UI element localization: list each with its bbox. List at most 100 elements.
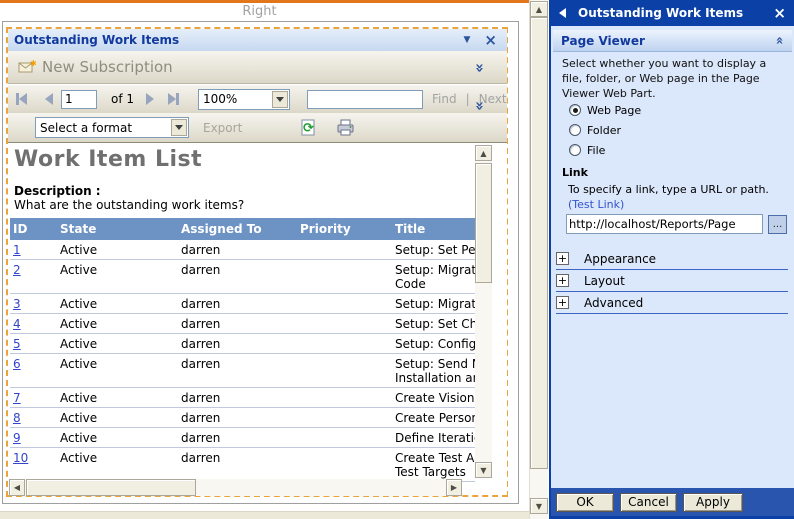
scroll-up-icon[interactable]: ▲	[530, 1, 548, 17]
tool-pane-close-icon[interactable]: ×	[773, 6, 786, 20]
scroll-up-icon[interactable]: ▲	[475, 145, 492, 161]
print-icon[interactable]	[337, 119, 354, 136]
cell-title: Setup: Set Ch	[392, 314, 475, 333]
collapse-toolbar-chevron-icon[interactable]: »	[471, 63, 489, 73]
work-item-id-link[interactable]: 4	[13, 317, 21, 331]
title-line: Setup: Set Ch	[395, 317, 475, 331]
radio-option-file[interactable]: File	[569, 140, 641, 160]
cell-title: Setup: Send NInstallation an	[392, 354, 475, 387]
work-item-id-link[interactable]: 8	[13, 411, 21, 425]
radio-icon	[569, 124, 581, 136]
scroll-thumb[interactable]	[475, 163, 492, 283]
table-row: 6ActivedarrenSetup: Send NInstallation a…	[10, 354, 475, 388]
link-section-header: Link	[562, 166, 588, 179]
cell-priority	[297, 314, 392, 333]
section-layout[interactable]: +Layout	[556, 270, 788, 292]
test-link[interactable]: (Test Link)	[568, 198, 624, 211]
cell-assigned-to: darren	[178, 314, 297, 333]
scroll-down-icon[interactable]: ▼	[475, 462, 492, 478]
scroll-left-icon[interactable]: ◀	[9, 479, 25, 496]
scroll-right-icon[interactable]: ▶	[446, 479, 462, 496]
pane-back-icon[interactable]	[559, 8, 566, 18]
cell-state: Active	[57, 260, 178, 293]
title-line: Setup: Migrati	[395, 263, 475, 277]
page-count-label: of 1	[111, 92, 134, 106]
property-sections: + Appearance +Layout+Advanced	[556, 248, 788, 314]
work-item-id-link[interactable]: 6	[13, 357, 21, 371]
section-advanced[interactable]: +Advanced	[556, 292, 788, 314]
webpart-menu-icon[interactable]: ▼	[464, 35, 471, 45]
current-page-input[interactable]	[61, 90, 97, 109]
section-appearance[interactable]: + Appearance	[556, 248, 788, 270]
export-toolbar: Select a format Export ⟳	[8, 113, 507, 143]
cell-priority	[297, 294, 392, 313]
table-row: 9ActivedarrenDefine Iteratio	[10, 428, 475, 448]
work-item-id-link[interactable]: 3	[13, 297, 21, 311]
new-subscription-link[interactable]: New Subscription	[42, 58, 173, 76]
last-page-button[interactable]	[168, 93, 179, 105]
link-instruction: To specify a link, type a URL or path. (…	[568, 182, 770, 212]
cancel-button[interactable]: Cancel	[620, 493, 677, 512]
page-viewer-section-header[interactable]: Page Viewer »	[553, 30, 792, 52]
previous-page-button[interactable]	[45, 93, 53, 105]
radio-icon	[569, 144, 581, 156]
work-item-id-link[interactable]: 9	[13, 431, 21, 445]
cell-state: Active	[57, 334, 178, 353]
work-item-id-link[interactable]: 1	[13, 243, 21, 257]
collapse-section-chevron-icon[interactable]: »	[772, 36, 787, 44]
report-horizontal-scrollbar[interactable]: ◀ ▶	[9, 479, 462, 496]
cell-priority	[297, 334, 392, 353]
link-url-input[interactable]	[566, 214, 763, 234]
radio-label-file: File	[587, 144, 605, 157]
scroll-down-icon[interactable]: ▼	[530, 498, 548, 514]
browse-button[interactable]: ...	[768, 215, 787, 234]
cell-state: Active	[57, 388, 178, 407]
cell-state: Active	[57, 448, 178, 481]
cell-title: Define Iteratio	[392, 428, 475, 447]
section-label: Appearance	[584, 252, 656, 266]
export-format-select[interactable]: Select a format	[35, 117, 189, 138]
zoom-value: 100%	[199, 92, 271, 106]
title-line: Create Vision	[395, 391, 475, 405]
expand-plus-icon[interactable]: +	[556, 252, 569, 265]
find-link[interactable]: Find	[432, 92, 457, 106]
work-item-id-link[interactable]: 7	[13, 391, 21, 405]
ok-button[interactable]: OK	[556, 493, 614, 512]
zoom-dropdown-icon[interactable]	[272, 91, 288, 108]
work-item-id-link[interactable]: 5	[13, 337, 21, 351]
scroll-thumb[interactable]	[530, 17, 548, 469]
radio-option-web-page[interactable]: Web Page	[569, 100, 641, 120]
cell-title: Setup: MigratiCode	[392, 260, 475, 293]
first-page-button[interactable]	[16, 93, 27, 105]
last-page-icon	[176, 93, 179, 105]
format-dropdown-icon[interactable]	[171, 119, 187, 136]
expand-plus-icon[interactable]: +	[556, 296, 569, 309]
scroll-thumb[interactable]	[26, 479, 196, 496]
export-link[interactable]: Export	[203, 121, 242, 135]
work-item-id-link[interactable]: 2	[13, 263, 21, 277]
next-page-button[interactable]	[146, 93, 154, 105]
page-vertical-scrollbar[interactable]: ▲ ▼	[529, 0, 547, 519]
table-row: 4ActivedarrenSetup: Set Ch	[10, 314, 475, 334]
cell-assigned-to: darren	[178, 334, 297, 353]
radio-icon	[569, 104, 581, 116]
zoom-select[interactable]: 100%	[198, 89, 290, 110]
apply-button[interactable]: Apply	[683, 493, 743, 512]
refresh-icon[interactable]: ⟳	[300, 119, 317, 136]
tool-pane-title-bar: Outstanding Work Items ×	[549, 0, 794, 26]
expand-plus-icon[interactable]: +	[556, 274, 569, 287]
table-row: 10ActivedarrenCreate Test ATest Targets	[10, 448, 475, 482]
collapse-pager-chevron-icon[interactable]: »	[471, 101, 489, 111]
find-text-input[interactable]	[307, 90, 423, 109]
table-row: 1ActivedarrenSetup: Set Pe	[10, 240, 475, 260]
report-vertical-scrollbar[interactable]: ▲ ▼	[475, 145, 492, 478]
cell-assigned-to: darren	[178, 428, 297, 447]
table-header-row: IDStateAssigned ToPriorityTitle	[10, 218, 475, 240]
previous-page-icon	[45, 93, 53, 105]
radio-option-folder[interactable]: Folder	[569, 120, 641, 140]
webpart-close-icon[interactable]: ×	[484, 33, 497, 47]
title-line: Installation an	[395, 371, 475, 385]
table-row: 5ActivedarrenSetup: Config	[10, 334, 475, 354]
work-item-id-link[interactable]: 10	[13, 451, 28, 465]
table-row: 2ActivedarrenSetup: MigratiCode	[10, 260, 475, 294]
